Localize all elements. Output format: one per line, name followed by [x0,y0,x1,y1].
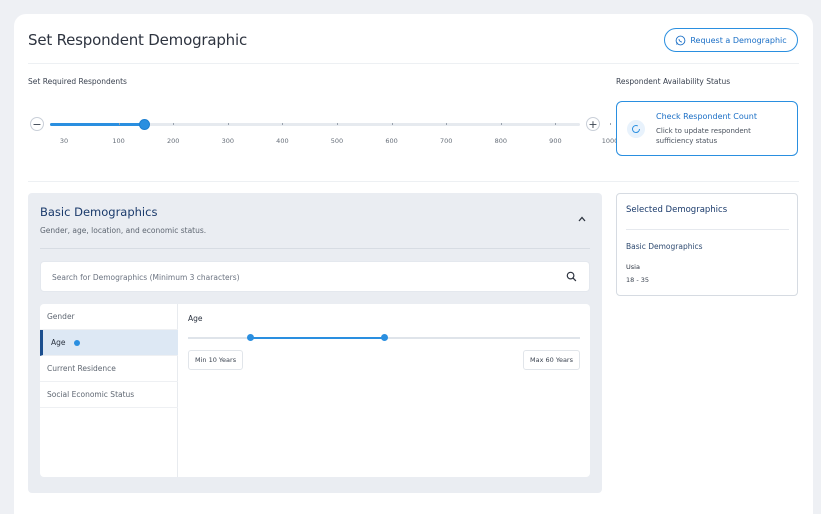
tick-mark [282,123,284,125]
age-range-fill [250,337,384,339]
divider [28,63,799,64]
selected-key: Usia [626,263,640,271]
tick-label: 30 [59,137,69,145]
divider [626,229,789,230]
tick-label: 500 [330,137,344,145]
tick-label: 200 [166,137,180,145]
tick-label: 600 [385,137,398,145]
collapse-chevron-icon[interactable] [578,215,586,225]
tick-mark [555,123,557,125]
tick-label: 100 [112,137,125,145]
tick-label: 400 [276,137,289,145]
tick-mark [227,123,229,125]
category-age[interactable]: Age [40,330,178,356]
active-indicator-dot [73,339,80,346]
tick-mark [391,123,393,125]
age-max-thumb[interactable] [380,334,388,341]
age-max-label: Max 60 Years [523,350,580,370]
plus-icon: + [588,117,598,131]
selected-demographics-card: Selected Demographics Basic Demographics… [616,193,798,296]
category-social-economic-status[interactable]: Social Economic Status [40,382,178,408]
tick-label: 300 [221,137,235,145]
category-gender[interactable]: Gender [40,304,178,330]
respondents-slider: − + 30 100 200 300 400 500 600 700 800 900 1000 [28,116,618,146]
request-demographic-button[interactable]: Request a Demographic [664,28,798,52]
age-min-label: Min 10 Years [188,350,244,370]
tick-label: 800 [494,137,508,145]
decrease-button[interactable]: − [30,117,44,131]
tick-mark [610,123,611,125]
request-demographic-label: Request a Demographic [690,35,787,45]
selected-group-name: Basic Demographics [626,242,703,251]
basic-demographics-subtitle: Gender, age, location, and economic stat… [40,226,207,235]
age-section-label: Age [188,314,203,323]
refresh-icon [627,120,645,138]
page-title: Set Respondent Demographic [28,31,247,49]
divider [28,181,799,182]
tick-mark [500,123,502,125]
check-respondent-card[interactable]: Check Respondent Count Click to update r… [616,101,798,156]
divider [40,248,590,249]
selected-demographics-title: Selected Demographics [626,205,728,215]
category-list: Gender Age Current Residence Social Econ… [40,304,178,477]
main-card: Set Respondent Demographic Request a Dem… [14,14,813,514]
check-respondent-title: Check Respondent Count [656,112,757,121]
tick-mark [337,123,338,125]
check-respondent-subtitle: Click to update respondent sufficiency s… [656,127,751,145]
tick-label: 700 [439,137,453,145]
search-placeholder: Search for Demographics (Minimum 3 chara… [52,273,240,282]
selected-value: 18 - 35 [626,276,650,284]
tick-mark [446,123,448,125]
respondents-label: Set Required Respondents [28,77,127,86]
respondents-fill [50,123,145,126]
basic-demographics-title: Basic Demographics [40,205,158,219]
demographics-search-input[interactable]: Search for Demographics (Minimum 3 chara… [40,261,590,292]
category-current-residence[interactable]: Current Residence [40,356,178,382]
respondents-thumb[interactable] [139,119,150,130]
minus-icon: − [32,117,42,131]
respondents-track[interactable] [50,119,611,130]
tick-mark [118,123,120,125]
search-icon[interactable] [566,271,577,282]
tick-mark [173,123,175,125]
whatsapp-icon [675,35,686,45]
demographics-list-panel: Gender Age Current Residence Social Econ… [40,304,590,477]
increase-button[interactable]: + [586,117,600,131]
tick-label: 900 [549,137,562,145]
availability-label: Respondent Availability Status [616,77,731,86]
basic-demographics-panel: Basic Demographics Gender, age, location… [28,193,602,493]
age-range-track[interactable] [188,334,580,341]
age-min-thumb[interactable] [247,334,255,341]
